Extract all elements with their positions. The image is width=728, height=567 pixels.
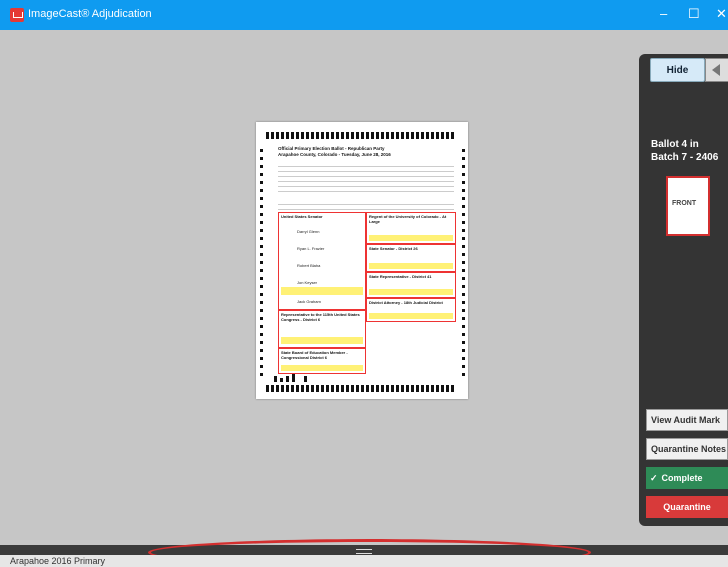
contest-title: District Attorney - 18th Judicial Distri… [369, 300, 443, 305]
status-bar: Arapahoe 2016 Primary [0, 555, 728, 567]
candidate: Robert Blaha [297, 263, 321, 268]
maximize-button[interactable]: ☐ [688, 6, 700, 22]
ballot-thumbnail[interactable]: FRONT [666, 176, 710, 236]
status-text: Arapahoe 2016 Primary [10, 556, 106, 566]
contest-title: State Board of Education Member - Congre… [281, 350, 348, 360]
app-icon [10, 8, 24, 22]
ballot-number: Ballot 4 in [651, 139, 699, 150]
contest-title: Regent of the University of Colorado - A… [369, 214, 447, 224]
candidate: Darryl Glenn [297, 229, 320, 234]
contest-title: State Senator - District 26 [369, 246, 418, 251]
view-audit-mark-button[interactable]: View Audit Mark [646, 409, 728, 431]
contest-title: United States Senator [281, 214, 323, 219]
complete-button[interactable]: ✓ Complete [646, 467, 728, 489]
thumbnail-label: FRONT [672, 200, 697, 207]
contest-us-senator[interactable]: United States Senator Darryl Glenn Ryan … [278, 212, 366, 310]
window-title: ImageCast® Adjudication [28, 8, 152, 20]
ballot-county: Arapahoe County, Colorado - Tuesday, Jun… [278, 152, 391, 157]
contest-title: Representative to the 115th United State… [281, 312, 360, 322]
candidate: Ryan L. Frazier [297, 246, 325, 251]
contest-title: State Representative - District 41 [369, 274, 432, 279]
candidate: Jack Graham [297, 299, 321, 304]
contest-state-rep[interactable]: State Representative - District 41 [366, 272, 456, 298]
contest-district-attorney[interactable]: District Attorney - 18th Judicial Distri… [366, 298, 456, 322]
hide-button[interactable]: Hide [650, 58, 705, 82]
ballot-heading: Official Primary Election Ballot - Repub… [278, 146, 385, 151]
contest-state-senator[interactable]: State Senator - District 26 [366, 244, 456, 272]
adjudication-panel: Hide Ballot 4 in Batch 7 - 2406 FRONT Vi… [639, 54, 728, 526]
check-icon: ✓ [650, 472, 658, 483]
close-button[interactable]: ✕ [716, 6, 727, 22]
quarantine-notes-button[interactable]: Quarantine Notes [646, 438, 728, 460]
batch-number: Batch 7 - 2406 [651, 152, 719, 163]
contest-regent[interactable]: Regent of the University of Colorado - A… [366, 212, 456, 244]
title-bar: ImageCast® Adjudication – ☐ ✕ [0, 0, 728, 30]
quarantine-button[interactable]: Quarantine [646, 496, 728, 518]
ballot-info: Ballot 4 in Batch 7 - 2406 [651, 138, 718, 164]
minimize-button[interactable]: – [660, 6, 667, 21]
candidate: Jon Keyser [297, 280, 318, 285]
contest-state-board[interactable]: State Board of Education Member - Congre… [278, 348, 366, 374]
contest-us-congress[interactable]: Representative to the 115th United State… [278, 310, 366, 348]
back-arrow-button[interactable] [705, 58, 728, 82]
complete-label: Complete [661, 473, 703, 483]
ballot-image[interactable]: Official Primary Election Ballot - Repub… [256, 122, 468, 399]
